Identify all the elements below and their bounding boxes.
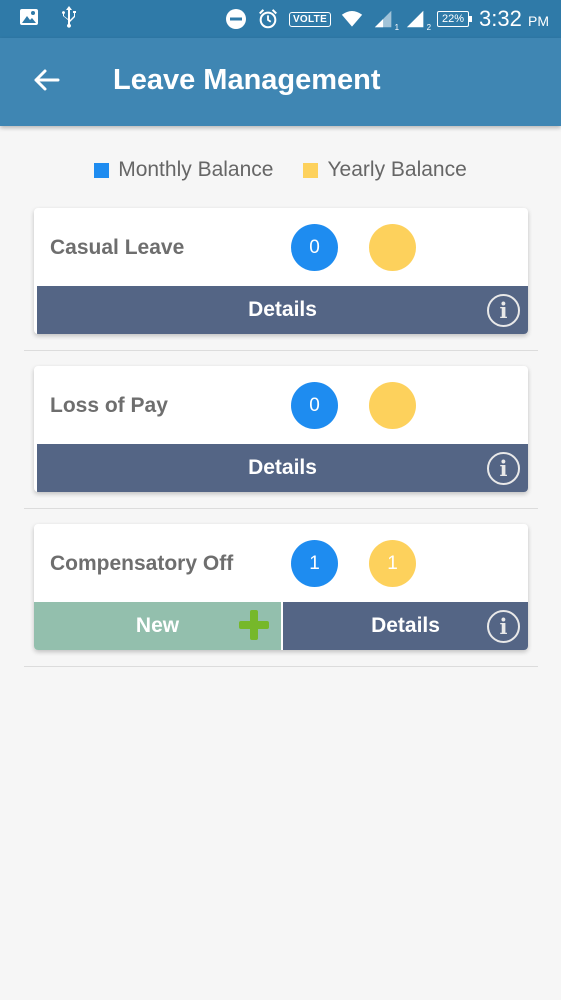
leave-card-casual: Casual Leave 0 Details i	[34, 208, 528, 334]
divider	[24, 508, 538, 509]
clock-time: 3:32	[479, 6, 522, 31]
monthly-balance-badge: 0	[291, 224, 338, 271]
new-request-button[interactable]: New	[34, 602, 281, 650]
status-bar: VOLTE 1 2 22% 3:32 PM	[0, 0, 561, 38]
balance-legend: Monthly Balance Yearly Balance	[0, 158, 561, 182]
clock-ampm: PM	[528, 13, 549, 29]
divider	[24, 666, 538, 667]
details-button[interactable]: Details i	[283, 602, 528, 650]
yearly-balance-badge	[369, 382, 416, 429]
leave-card-loss-of-pay: Loss of Pay 0 Details i	[34, 366, 528, 492]
clock: 3:32 PM	[479, 6, 549, 32]
signal-sim2-label: 2	[426, 23, 432, 32]
usb-icon	[58, 6, 80, 28]
legend-yearly: Yearly Balance	[303, 158, 467, 182]
monthly-balance-badge: 1	[291, 540, 338, 587]
details-button[interactable]: Details i	[37, 286, 528, 334]
dnd-icon	[225, 8, 247, 30]
monthly-swatch	[94, 162, 110, 178]
info-icon[interactable]: i	[487, 452, 520, 485]
details-button[interactable]: Details i	[37, 444, 528, 492]
yearly-swatch	[303, 162, 319, 178]
details-label: Details	[248, 298, 317, 321]
alarm-icon	[257, 8, 279, 30]
signal-1-icon: 1	[373, 8, 399, 32]
details-label: Details	[371, 614, 440, 637]
back-button[interactable]	[28, 62, 64, 98]
yearly-balance-badge	[369, 224, 416, 271]
signal-sim1-label: 1	[394, 23, 400, 32]
info-icon[interactable]: i	[487, 294, 520, 327]
legend-monthly-label: Monthly Balance	[118, 158, 274, 181]
leave-type-name: Loss of Pay	[50, 394, 168, 417]
yearly-balance-badge: 1	[369, 540, 416, 587]
battery-icon: 22%	[437, 11, 473, 27]
arrow-left-icon	[34, 69, 60, 91]
volte-badge: VOLTE	[288, 11, 332, 27]
wifi-icon	[341, 8, 363, 30]
leave-card-compensatory-off: Compensatory Off 1 1 New Details i	[34, 524, 528, 650]
app-bar: Leave Management	[0, 38, 561, 126]
image-icon	[18, 6, 40, 28]
new-label: New	[135, 614, 180, 637]
card-actions: New Details i	[34, 602, 528, 650]
signal-2-icon: 2	[405, 8, 431, 32]
page-title: Leave Management	[113, 64, 381, 96]
info-icon[interactable]: i	[487, 610, 520, 643]
legend-yearly-label: Yearly Balance	[327, 158, 467, 181]
monthly-balance-badge: 0	[291, 382, 338, 429]
divider	[24, 350, 538, 351]
leave-type-name: Compensatory Off	[50, 552, 234, 575]
leave-type-name: Casual Leave	[50, 236, 185, 259]
details-label: Details	[248, 456, 317, 479]
legend-monthly: Monthly Balance	[94, 158, 273, 182]
plus-icon	[239, 610, 269, 640]
battery-level: 22%	[442, 13, 465, 25]
